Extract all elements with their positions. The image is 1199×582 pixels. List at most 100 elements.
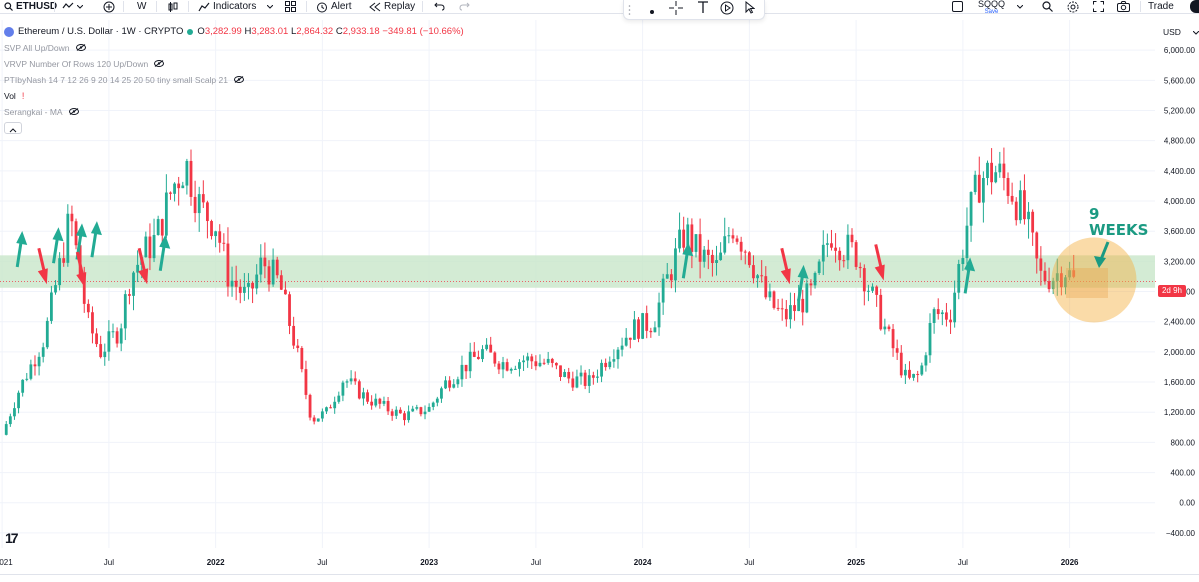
- candle-body: [731, 235, 735, 239]
- candle-body: [201, 194, 205, 203]
- up-arrow-annotation[interactable]: [90, 221, 102, 258]
- chevron-down-icon: [1017, 4, 1023, 9]
- open-value: 3,282.99: [204, 26, 242, 37]
- candle-body: [994, 172, 998, 183]
- fullscreen-icon: [1093, 1, 1104, 12]
- layout-save[interactable]: SQQQ Save: [978, 0, 1005, 15]
- candle-body: [181, 185, 185, 189]
- compare-button[interactable]: [62, 0, 83, 13]
- candle-body: [530, 356, 534, 362]
- tradingview-logo[interactable]: 17: [5, 530, 19, 546]
- candle-body: [390, 411, 394, 416]
- close-value: 2,933.18: [342, 26, 380, 37]
- play-circle-icon[interactable]: [720, 1, 734, 20]
- candle-body: [554, 362, 558, 366]
- candle-body: [1023, 190, 1026, 220]
- candles-icon: [168, 1, 178, 13]
- eye-off-icon[interactable]: [75, 43, 86, 53]
- candle-body: [423, 411, 427, 415]
- candle-body: [255, 274, 259, 289]
- symbol-search[interactable]: ETHUSD: [4, 0, 57, 13]
- candle-body: [398, 409, 402, 414]
- candle-body: [304, 369, 308, 395]
- symbol-title[interactable]: Ethereum / U.S. Dollar · 1W · CRYPTO: [18, 26, 183, 37]
- candle-body: [862, 268, 866, 292]
- templates-button[interactable]: [285, 0, 296, 13]
- candle-body: [965, 225, 969, 259]
- fullscreen-button[interactable]: [1093, 0, 1104, 13]
- eye-off-icon[interactable]: [233, 75, 244, 85]
- candle-body: [830, 243, 833, 248]
- alert-button[interactable]: Alert: [316, 0, 352, 13]
- collapse-legend-button[interactable]: [4, 122, 22, 134]
- candle-body: [386, 400, 390, 412]
- add-symbol-button[interactable]: [103, 0, 115, 13]
- text-tool-icon[interactable]: [697, 1, 709, 19]
- candle-body: [263, 257, 267, 267]
- layout-menu-button[interactable]: [1017, 0, 1023, 13]
- dot-cursor-icon[interactable]: [648, 3, 656, 21]
- eye-off-icon[interactable]: [68, 107, 79, 117]
- candle-body: [583, 372, 587, 386]
- trade-button[interactable]: Trade: [1148, 0, 1174, 13]
- layout-button[interactable]: [952, 0, 963, 13]
- candle-body: [661, 278, 665, 303]
- candle-body: [1035, 232, 1039, 259]
- save-label: Save: [984, 9, 999, 15]
- candle-body: [468, 351, 472, 372]
- candle-body: [4, 424, 8, 435]
- replay-button[interactable]: Replay: [369, 0, 415, 13]
- candle-body: [883, 326, 887, 330]
- candle-body: [41, 347, 45, 357]
- redo-button[interactable]: [459, 0, 470, 13]
- undo-button[interactable]: [434, 0, 445, 13]
- eye-off-icon[interactable]: [154, 59, 165, 69]
- x-tick-label: 2022: [207, 558, 225, 567]
- candle-body: [370, 401, 374, 406]
- candle-body: [513, 368, 517, 370]
- candle-body: [990, 162, 993, 183]
- indicator-vol[interactable]: Vol !: [4, 91, 24, 101]
- highlight-box[interactable]: [1066, 268, 1108, 298]
- indicator-ptibynash[interactable]: PTIbyNash 14 7 12 26 9 20 14 25 20 50 ti…: [4, 75, 244, 85]
- publish-button[interactable]: [1190, 0, 1199, 13]
- candle-body: [419, 407, 423, 415]
- indicators-icon: [198, 2, 210, 12]
- indicator-serangkai[interactable]: Serangkai - MA: [4, 107, 79, 117]
- candle-body: [858, 266, 862, 269]
- y-tick-label: 3,600.00: [1164, 227, 1196, 236]
- candle-body: [292, 325, 296, 346]
- interval-button[interactable]: W: [137, 0, 146, 13]
- candle-body: [25, 378, 29, 380]
- candle-body: [567, 371, 571, 379]
- candle-body: [559, 365, 562, 377]
- candle-body: [702, 249, 706, 262]
- snapshot-button[interactable]: [1117, 0, 1130, 13]
- indicator-vrvp[interactable]: VRVP Number Of Rows 120 Up/Down: [4, 59, 165, 69]
- candle-body: [961, 258, 965, 265]
- candle-body: [189, 160, 193, 197]
- candle-body: [238, 286, 242, 293]
- candle-body: [969, 192, 973, 226]
- quick-search-button[interactable]: [1042, 0, 1053, 13]
- x-tick-label: Jul: [104, 558, 114, 567]
- chart-type-button[interactable]: [168, 0, 178, 13]
- y-tick-label: 2,000.00: [1164, 348, 1196, 357]
- price-chart[interactable]: 6,000.00 5,600.00 5,200.00 4,800.00 4,400.00…: [0, 0, 1199, 582]
- crosshair-icon[interactable]: [669, 1, 683, 20]
- candle-body: [99, 344, 103, 358]
- pointer-icon[interactable]: [745, 0, 756, 19]
- annotation-text[interactable]: 9 WEEKS: [1089, 206, 1149, 238]
- currency-selector[interactable]: USD: [1163, 27, 1199, 37]
- candle-body: [300, 348, 304, 370]
- candle-body: [407, 411, 410, 421]
- candle-body: [160, 219, 164, 236]
- candle-body: [427, 406, 431, 412]
- settings-button[interactable]: [1067, 0, 1079, 13]
- candle-body: [148, 236, 152, 259]
- annotation-line-1: 9: [1089, 205, 1100, 223]
- indicator-svp[interactable]: SVP All Up/Down: [4, 43, 86, 53]
- indicators-button[interactable]: Indicators: [198, 0, 274, 13]
- support-zone[interactable]: [0, 255, 1155, 288]
- drag-handle-icon[interactable]: [628, 3, 631, 21]
